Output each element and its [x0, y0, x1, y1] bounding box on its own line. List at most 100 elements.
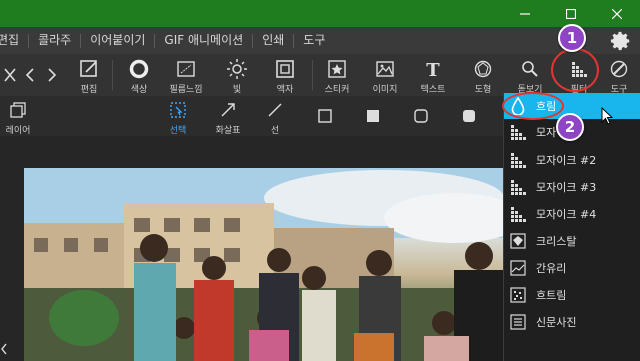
- rectangle-filled-tool[interactable]: [362, 96, 384, 136]
- image-icon: [376, 61, 394, 77]
- rectangle-outline-tool[interactable]: [314, 96, 336, 136]
- close-button[interactable]: [594, 0, 640, 27]
- callout-ring-filter: [551, 48, 599, 92]
- tool-text-label: 텍스트: [420, 85, 446, 95]
- tool-magnifier[interactable]: 돋보기: [512, 54, 548, 96]
- rounded-rectangle-filled-icon: [463, 110, 475, 122]
- filter-newspaper-label: 신문사진: [536, 316, 577, 329]
- color-ring-icon: [129, 59, 149, 79]
- filter-mosaic-3-label: 모자이크 #3: [536, 181, 597, 194]
- tool-tools[interactable]: 도구: [602, 54, 636, 96]
- toolbar-separator: [312, 60, 313, 90]
- title-bar: [0, 0, 640, 27]
- close-icon: [612, 8, 622, 19]
- rounded-rectangle-filled-tool[interactable]: [458, 96, 480, 136]
- select-icon: [170, 102, 186, 118]
- tool-frame-label: 액자: [276, 85, 294, 95]
- select-tool[interactable]: 선택: [162, 96, 194, 136]
- close-view-button[interactable]: [0, 54, 20, 96]
- tool-film[interactable]: 필름느낌: [166, 54, 206, 96]
- tool-light[interactable]: 빛: [220, 54, 254, 96]
- arrow-tool[interactable]: 화살표: [210, 96, 246, 136]
- menu-bar: 편집 콜라주 이어붙이기 GIF 애니메이션 인쇄 도구: [0, 27, 640, 54]
- callout-badge-1: 1: [558, 24, 586, 52]
- arrow-icon: [221, 103, 235, 117]
- forward-button[interactable]: [42, 54, 62, 96]
- magnifier-icon: [522, 61, 538, 77]
- filter-mosaic-3[interactable]: 모자이크 #3: [504, 174, 640, 200]
- toolbar-separator: [112, 60, 113, 90]
- newspaper-icon: [510, 314, 526, 330]
- tool-sticker[interactable]: 스티커: [318, 54, 356, 96]
- rounded-rectangle-outline-tool[interactable]: [410, 96, 432, 136]
- menu-print[interactable]: 인쇄: [253, 27, 293, 54]
- crystal-icon: [510, 233, 526, 249]
- filter-newspaper[interactable]: 신문사진: [504, 309, 640, 335]
- tool-light-label: 빛: [232, 85, 242, 95]
- menu-tools[interactable]: 도구: [294, 27, 334, 54]
- edit-icon: [80, 60, 97, 77]
- filter-mosaic-2-label: 모자이크 #2: [536, 154, 597, 167]
- scroll-left-handle[interactable]: [0, 341, 8, 355]
- tool-color[interactable]: 색상: [122, 54, 156, 96]
- gear-icon[interactable]: [610, 30, 632, 52]
- filter-scatter[interactable]: 흐트림: [504, 282, 640, 308]
- rectangle-filled-icon: [367, 110, 379, 122]
- svg-text:T: T: [426, 60, 440, 79]
- filter-mosaic-2[interactable]: 모자이크 #2: [504, 147, 640, 173]
- menu-collage[interactable]: 콜라주: [29, 27, 80, 54]
- callout-badge-2: 2: [556, 113, 584, 141]
- filter-mosaic-4-label: 모자이크 #4: [536, 208, 597, 221]
- line-tool[interactable]: 선: [262, 96, 288, 136]
- tool-text[interactable]: T 텍스트: [414, 54, 452, 96]
- line-label: 선: [270, 126, 280, 136]
- tool-film-label: 필름느낌: [169, 85, 203, 95]
- scatter-icon: [510, 287, 526, 303]
- mosaic-4-icon: [511, 207, 526, 222]
- maximize-icon: [566, 8, 576, 19]
- tool-sticker-label: 스티커: [324, 85, 350, 95]
- tool-shape[interactable]: 도형: [464, 54, 502, 96]
- canvas-area[interactable]: [0, 136, 503, 361]
- tool-shape-label: 도형: [474, 85, 492, 95]
- rounded-rectangle-outline-icon: [414, 109, 428, 123]
- filter-mosaic-4[interactable]: 모자이크 #4: [504, 201, 640, 227]
- layer-button[interactable]: 레이어: [2, 96, 34, 136]
- filter-frosted-glass[interactable]: 간유리: [504, 255, 640, 281]
- callout-ring-blur: [502, 92, 564, 120]
- tool-frame[interactable]: 액자: [268, 54, 302, 96]
- sun-icon: [227, 59, 247, 79]
- menu-gif[interactable]: GIF 애니메이션: [155, 27, 252, 54]
- family-photo: [24, 168, 503, 361]
- frosted-glass-icon: [510, 260, 526, 276]
- line-icon: [268, 103, 282, 117]
- tool-color-label: 색상: [130, 85, 148, 95]
- filter-crystal-label: 크리스탈: [536, 235, 577, 248]
- minimize-button[interactable]: [502, 0, 548, 27]
- maximize-button[interactable]: [548, 0, 594, 27]
- minimize-icon: [520, 12, 530, 15]
- layer-label: 레이어: [5, 126, 31, 136]
- chevron-left-icon: [1, 343, 7, 355]
- tool-image[interactable]: 이미지: [366, 54, 404, 96]
- menu-edit[interactable]: 편집: [0, 27, 28, 54]
- shape-icon: [474, 60, 492, 78]
- mosaic-3-icon: [511, 180, 526, 195]
- select-label: 선택: [169, 126, 187, 136]
- close-icon: [4, 68, 16, 82]
- mosaic-2-icon: [511, 153, 526, 168]
- tool-edit-label: 편집: [80, 85, 98, 95]
- chevron-right-icon: [48, 68, 57, 82]
- back-button[interactable]: [20, 54, 40, 96]
- layer-icon: [10, 102, 26, 118]
- tool-edit[interactable]: 편집: [72, 54, 106, 96]
- tools-icon: [610, 60, 628, 78]
- filter-frosted-glass-label: 간유리: [536, 262, 567, 275]
- filter-crystal[interactable]: 크리스탈: [504, 228, 640, 254]
- tool-image-label: 이미지: [372, 85, 398, 95]
- menu-combine[interactable]: 이어붙이기: [81, 27, 154, 54]
- chevron-left-icon: [25, 68, 34, 82]
- sticker-icon: [328, 60, 346, 78]
- mouse-cursor-icon: [601, 107, 613, 125]
- film-icon: [177, 61, 195, 77]
